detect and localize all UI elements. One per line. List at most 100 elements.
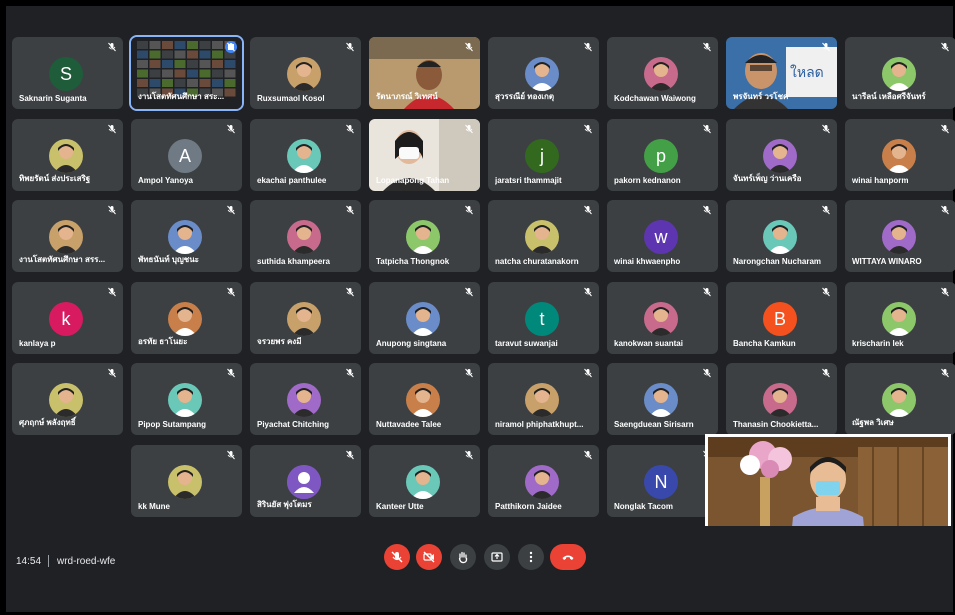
present-button[interactable] bbox=[484, 544, 510, 570]
participant-name: niramol phiphatkhupt... bbox=[495, 420, 584, 429]
participant-tile[interactable]: ณัฐพล วิเศษ bbox=[845, 363, 955, 435]
profile-photo bbox=[287, 139, 321, 173]
participant-tile[interactable]: winai hanporm bbox=[845, 119, 955, 191]
participant-tile[interactable]: Lopanapong Tahan bbox=[369, 119, 480, 191]
participant-tile[interactable]: อรทัย ธาโนยะ bbox=[131, 282, 242, 354]
camera-off-button[interactable] bbox=[416, 544, 442, 570]
participant-tile[interactable]: พัทธนันท์ บุญชนะ bbox=[131, 200, 242, 272]
participant-name: นารีลน์ เหลือศรีจันทร์ bbox=[852, 92, 926, 101]
profile-photo bbox=[525, 465, 559, 499]
participant-tile[interactable]: ศุภฤกษ์ พลังฤทธิ์ bbox=[12, 363, 123, 435]
mic-muted-icon bbox=[464, 124, 474, 134]
participant-tile[interactable]: niramol phiphatkhupt... bbox=[488, 363, 599, 435]
participant-tile[interactable]: งานโสตทัศนศึกษา สระ... bbox=[129, 35, 244, 111]
mic-muted-icon bbox=[107, 287, 117, 297]
participant-tile[interactable]: Kanteer Utte bbox=[369, 445, 480, 517]
more-options-button[interactable] bbox=[518, 544, 544, 570]
participant-tile[interactable]: Nuttavadee Talee bbox=[369, 363, 480, 435]
avatar-initial: N bbox=[644, 465, 678, 499]
participant-tile[interactable]: kk Mune bbox=[131, 445, 242, 517]
participant-tile[interactable]: ekachai panthulee bbox=[250, 119, 361, 191]
participant-tile[interactable]: N Nonglak Tacom bbox=[607, 445, 718, 517]
profile-photo bbox=[287, 383, 321, 417]
end-call-button[interactable] bbox=[550, 544, 586, 570]
participant-tile[interactable]: kanokwan suantai bbox=[607, 282, 718, 354]
participant-name: งานโสตทัศนศึกษา สระ... bbox=[138, 92, 225, 101]
participant-tile[interactable]: นารีลน์ เหลือศรีจันทร์ bbox=[845, 37, 955, 109]
svg-text:ใหลด: ใหลด bbox=[790, 64, 824, 80]
profile-photo bbox=[406, 383, 440, 417]
participant-name: Saengduean Sirisarn bbox=[614, 420, 694, 429]
participant-tile[interactable]: t taravut suwanjai bbox=[488, 282, 599, 354]
participant-tile[interactable]: Tatpicha Thongnok bbox=[369, 200, 480, 272]
participant-tile[interactable]: ทิพยรัตน์ ส่งประเสริฐ bbox=[12, 119, 123, 191]
raise-hand-button[interactable] bbox=[450, 544, 476, 570]
mic-muted-icon bbox=[226, 124, 236, 134]
participant-tile[interactable]: Ruxsumaol Kosol bbox=[250, 37, 361, 109]
participant-tile[interactable]: สิรินยัส พุ่งโตมร bbox=[250, 445, 361, 517]
mic-muted-icon bbox=[464, 287, 474, 297]
participant-tile[interactable]: suthida khampeera bbox=[250, 200, 361, 272]
participant-tile[interactable]: k kanlaya p bbox=[12, 282, 123, 354]
mic-muted-icon bbox=[940, 124, 950, 134]
mic-off-button[interactable] bbox=[384, 544, 410, 570]
participant-name: winai hanporm bbox=[852, 176, 909, 185]
participant-tile[interactable]: Piyachat Chitching bbox=[250, 363, 361, 435]
participant-name: suthida khampeera bbox=[257, 257, 330, 266]
participant-tile[interactable]: งานโสตทัศนศึกษา สรร... bbox=[12, 200, 123, 272]
participant-tile[interactable]: Pipop Sutampang bbox=[131, 363, 242, 435]
participant-tile[interactable]: krischarin lek bbox=[845, 282, 955, 354]
more-options-icon bbox=[524, 550, 538, 564]
participant-name: kk Mune bbox=[138, 502, 171, 511]
mic-muted-icon bbox=[940, 368, 950, 378]
mic-muted-icon bbox=[702, 42, 712, 52]
mic-muted-icon bbox=[702, 368, 712, 378]
avatar-initial: j bbox=[525, 139, 559, 173]
mic-muted-icon bbox=[702, 287, 712, 297]
mic-muted-icon bbox=[940, 42, 950, 52]
profile-photo bbox=[882, 220, 916, 254]
participant-name: kanlaya p bbox=[19, 339, 56, 348]
avatar-initial bbox=[287, 465, 321, 499]
profile-photo bbox=[49, 220, 83, 254]
participant-tile[interactable]: Kodchawan Waiwong bbox=[607, 37, 718, 109]
mic-muted-icon bbox=[345, 368, 355, 378]
end-call-icon bbox=[561, 550, 575, 564]
avatar-initial: A bbox=[168, 139, 202, 173]
participant-tile[interactable]: natcha churatanakorn bbox=[488, 200, 599, 272]
participant-tile[interactable]: จันทร์เพ็ญ ว่านเครือ bbox=[726, 119, 837, 191]
participant-tile[interactable]: สุวรรณีย์ ทองเกตุ bbox=[488, 37, 599, 109]
participant-tile[interactable]: A Ampol Yanoya bbox=[131, 119, 242, 191]
participant-tile[interactable]: B Bancha Kamkun bbox=[726, 282, 837, 354]
profile-photo bbox=[406, 302, 440, 336]
mic-muted-icon bbox=[107, 42, 117, 52]
participant-tile[interactable]: ใหลด พรจันทร์ วรโชค bbox=[726, 37, 837, 109]
participant-tile[interactable]: Narongchan Nucharam bbox=[726, 200, 837, 272]
mic-muted-icon bbox=[821, 42, 831, 52]
mic-muted-icon bbox=[107, 368, 117, 378]
participant-tile[interactable]: p pakorn kednanon bbox=[607, 119, 718, 191]
participant-name: ทิพยรัตน์ ส่งประเสริฐ bbox=[19, 174, 91, 183]
profile-photo bbox=[763, 220, 797, 254]
participant-tile[interactable]: Anupong singtana bbox=[369, 282, 480, 354]
participant-name: Thanasin Chookietta... bbox=[733, 420, 819, 429]
participant-name: Ampol Yanoya bbox=[138, 176, 193, 185]
participant-tile[interactable]: Thanasin Chookietta... bbox=[726, 363, 837, 435]
participant-tile[interactable]: S Saknarin Suganta bbox=[12, 37, 123, 109]
mic-muted-icon bbox=[821, 205, 831, 215]
participant-tile[interactable]: Saengduean Sirisarn bbox=[607, 363, 718, 435]
participant-tile[interactable]: j jaratsri thammajit bbox=[488, 119, 599, 191]
profile-photo bbox=[287, 57, 321, 91]
participant-tile[interactable]: รัตนาภรณ์ วิเทศน์ bbox=[369, 37, 480, 109]
mic-muted-icon bbox=[464, 42, 474, 52]
mic-muted-icon bbox=[583, 42, 593, 52]
participant-tile[interactable]: จรวยพร คงมี bbox=[250, 282, 361, 354]
participant-tile[interactable]: w winai khwaenpho bbox=[607, 200, 718, 272]
profile-photo bbox=[525, 220, 559, 254]
mic-muted-icon bbox=[464, 368, 474, 378]
profile-photo bbox=[644, 302, 678, 336]
participant-tile[interactable]: WITTAYA WINARO bbox=[845, 200, 955, 272]
bottom-toolbar: 14:54 wrd-roed-wfe bbox=[6, 526, 953, 612]
profile-photo bbox=[644, 57, 678, 91]
participant-tile[interactable]: Patthikorn Jaidee bbox=[488, 445, 599, 517]
